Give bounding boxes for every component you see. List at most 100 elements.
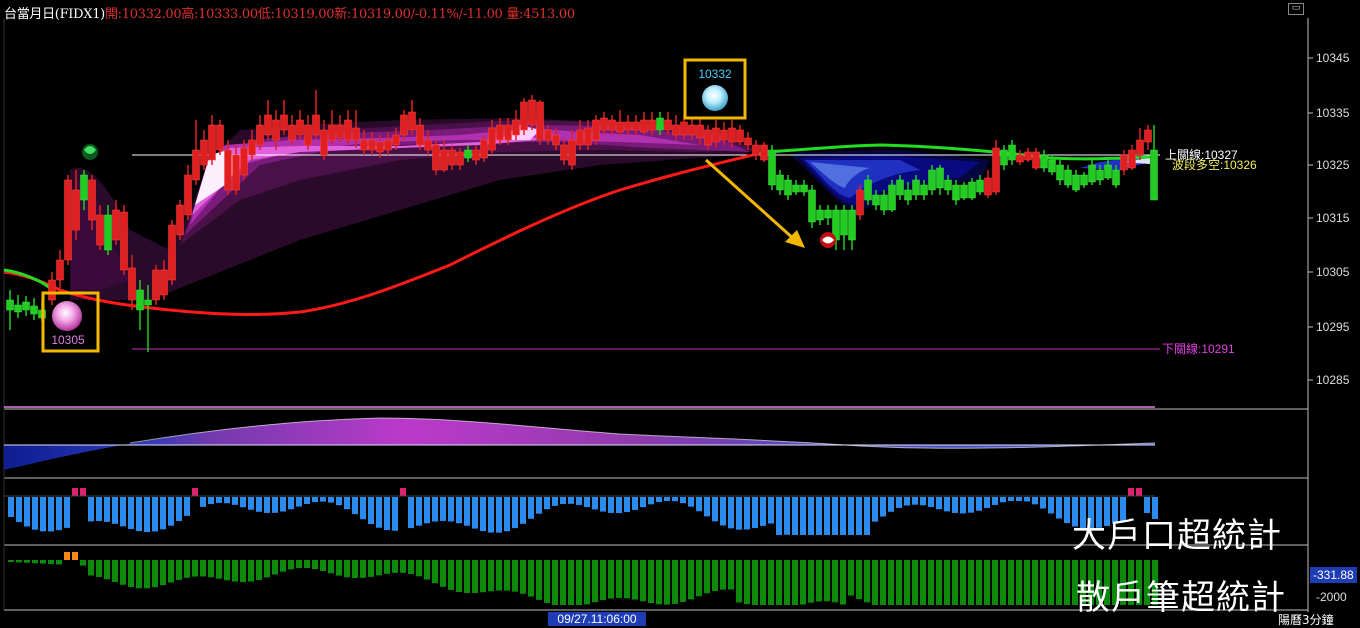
hist-bar bbox=[1000, 497, 1006, 503]
hist-bar bbox=[72, 552, 78, 560]
hist-bar bbox=[48, 560, 54, 564]
cursor-time: 09/27.11:06:00 bbox=[548, 612, 646, 626]
hist-bar bbox=[1064, 560, 1070, 605]
candle-body bbox=[632, 121, 640, 131]
candle-body bbox=[1150, 149, 1158, 201]
hist-bar bbox=[120, 560, 126, 585]
candle-body bbox=[624, 121, 632, 131]
candle-body bbox=[128, 267, 136, 301]
candle-body bbox=[680, 121, 688, 136]
hist-bar bbox=[344, 560, 350, 578]
hist-bar bbox=[432, 497, 438, 522]
hist-bar bbox=[504, 560, 510, 591]
hist-bar bbox=[272, 497, 278, 513]
hist-bar bbox=[416, 497, 422, 526]
hist-bar bbox=[400, 488, 406, 496]
hist-bar bbox=[864, 497, 870, 535]
hist-bar bbox=[192, 488, 198, 496]
price-tick: 10325 bbox=[1316, 158, 1350, 172]
candle-body bbox=[392, 134, 400, 146]
price-tick: 10335 bbox=[1316, 106, 1350, 120]
candle-body bbox=[712, 127, 720, 143]
candle-body bbox=[192, 149, 200, 181]
hist-bar bbox=[152, 497, 158, 532]
candle-body bbox=[1080, 174, 1088, 186]
candle-body bbox=[1136, 139, 1144, 156]
period-label[interactable]: 陽曆3分鐘 bbox=[1278, 611, 1334, 628]
hist-bar bbox=[104, 497, 110, 522]
open-label: 開: bbox=[104, 7, 122, 22]
candle-body bbox=[600, 117, 608, 131]
candle-body bbox=[664, 119, 672, 131]
candle-body bbox=[936, 167, 944, 189]
hist-bar bbox=[664, 560, 670, 605]
bear-icon-red bbox=[820, 232, 836, 248]
candle-body bbox=[912, 179, 920, 196]
candle-body bbox=[816, 209, 824, 221]
candle-body bbox=[168, 224, 176, 281]
candle-body bbox=[216, 124, 224, 151]
hist-bar bbox=[600, 497, 606, 512]
hist-bar bbox=[744, 560, 750, 605]
candle-body bbox=[752, 144, 760, 156]
hist-bar bbox=[408, 560, 414, 575]
hist-bar bbox=[712, 497, 718, 522]
pearl-icon-pink bbox=[52, 301, 82, 331]
candle-body bbox=[72, 189, 80, 231]
hist-bar bbox=[256, 497, 262, 512]
hist-bar bbox=[944, 497, 950, 512]
volume-value: 4513.00 bbox=[523, 7, 575, 22]
hist-bar bbox=[792, 497, 798, 535]
candle-body bbox=[1064, 169, 1072, 186]
candle-body bbox=[14, 304, 22, 313]
hist-bar bbox=[184, 497, 190, 516]
hist-bar bbox=[456, 560, 462, 592]
open-value: 10332.00 bbox=[121, 7, 182, 22]
hist-bar bbox=[856, 497, 862, 535]
candle-body bbox=[776, 174, 784, 191]
candle-body bbox=[232, 154, 240, 191]
hist-bar bbox=[592, 497, 598, 510]
hist-bar bbox=[728, 497, 734, 529]
hist-bar bbox=[24, 560, 30, 563]
hist-bar bbox=[936, 497, 942, 510]
hist-bar bbox=[560, 497, 566, 505]
candle-body bbox=[656, 117, 664, 131]
hist-bar bbox=[448, 497, 454, 522]
candle-body bbox=[88, 179, 96, 221]
hist-bar bbox=[488, 560, 494, 592]
hist-bar bbox=[1016, 497, 1022, 501]
candle-body bbox=[160, 269, 168, 296]
candle-body bbox=[312, 114, 320, 136]
hist-bar bbox=[1008, 497, 1014, 501]
candle-body bbox=[144, 299, 152, 306]
hist-bar bbox=[304, 497, 310, 504]
hist-bar bbox=[1064, 497, 1070, 524]
candle-body bbox=[888, 184, 896, 211]
hist-bar bbox=[808, 497, 814, 535]
hist-bar bbox=[664, 497, 670, 501]
hist-bar bbox=[1032, 560, 1038, 605]
candle-body bbox=[1128, 149, 1136, 169]
hist-bar bbox=[120, 497, 126, 527]
hist-bar bbox=[800, 560, 806, 605]
candle-body bbox=[992, 147, 1000, 193]
hist-bar bbox=[1056, 497, 1062, 519]
hist-bar bbox=[472, 560, 478, 593]
hist-bar bbox=[112, 560, 118, 583]
hist-bar bbox=[960, 560, 966, 605]
price-tick: 10305 bbox=[1316, 265, 1350, 279]
candle-body bbox=[336, 124, 344, 139]
hist-bar bbox=[224, 560, 230, 581]
hist-bar bbox=[408, 497, 414, 529]
hist-bar bbox=[168, 497, 174, 526]
candle-body bbox=[360, 139, 368, 151]
hist-bar bbox=[1136, 488, 1142, 496]
candle-body bbox=[1024, 151, 1032, 161]
hist-bar bbox=[512, 497, 518, 529]
candle-body bbox=[728, 127, 736, 143]
candle-body bbox=[184, 174, 192, 216]
hist-bar bbox=[240, 497, 246, 508]
restore-button[interactable]: ▭ bbox=[1288, 3, 1304, 15]
candle-body bbox=[328, 124, 336, 141]
